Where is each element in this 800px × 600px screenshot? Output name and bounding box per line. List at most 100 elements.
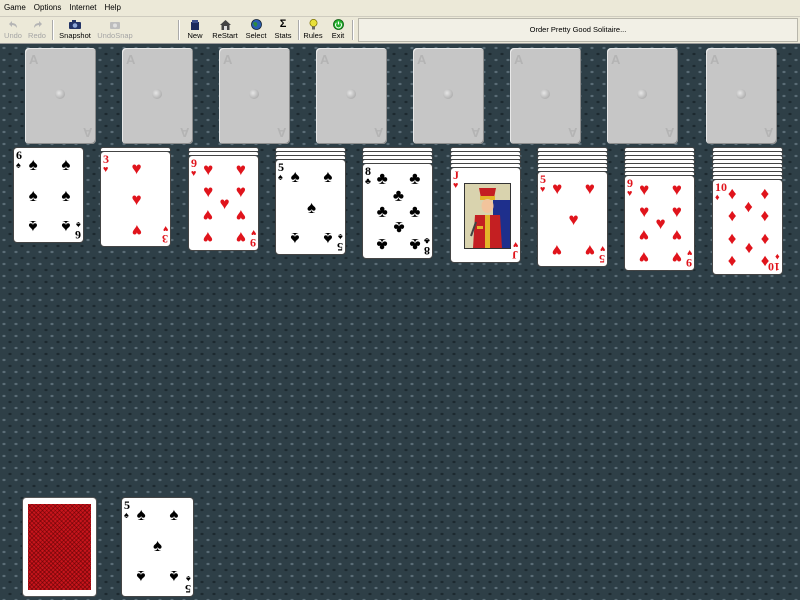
stats-button[interactable]: Σ Stats [272,18,294,42]
card-pip-icon: ♥ [235,227,246,247]
card-pip-icon: ♥ [203,227,214,247]
foundation-slot[interactable]: AA [219,48,290,144]
card-suit-icon: ♥ [162,224,168,234]
tableau-card[interactable]: 10 ♦ 10 ♦ ♦ ♦ ♦ ♦ ♦ ♦ ♦ ♦ ♦ ♦ [712,179,783,275]
foundation-ace-label: A [320,52,330,67]
undosnap-button[interactable]: UndoSnap [96,18,134,42]
foundation-ace-label: A [223,52,233,67]
tableau-card[interactable]: 6 ♠ 6 ♠ ♠ ♠ ♠ ♠ ♠ ♠ [13,147,84,243]
snapshot-button[interactable]: Snapshot [58,18,92,42]
tableau-card[interactable]: 9 ♥ 9 ♥ ♥ ♥ ♥ ♥ ♥ ♥ ♥ ♥ ♥ [188,155,259,251]
foundation-marker-icon [736,89,746,99]
card-suit-icon: ♠ [278,172,283,182]
tableau-card[interactable]: 3 ♥ 3 ♥ ♥ ♥ ♥ [100,151,171,247]
new-game-button[interactable]: New [184,18,206,42]
card-pip-icon: ♣ [376,234,388,254]
sigma-icon: Σ [279,18,287,30]
foundation-slot[interactable]: AA [706,48,777,144]
tableau-card[interactable]: J ♥ J ♥ [450,167,521,263]
foundation-marker-icon [249,89,259,99]
foundation-marker-icon [637,89,647,99]
card-suit-icon: ♣ [365,176,371,186]
rules-button[interactable]: Rules [302,18,324,42]
menu-internet[interactable]: Internet [65,0,100,16]
card-pip-icon: ♦ [760,251,770,271]
card-rank: 9 [686,256,692,270]
card-suit-icon: ♦ [715,192,720,202]
toolbar: Undo Redo Snapshot UndoSnap New ReStart [0,17,800,44]
card-pip-icon: ♠ [136,505,146,525]
card-suit-icon: ♠ [186,574,191,584]
card-pip-icon: ♠ [28,216,38,236]
exit-button[interactable]: Exit [328,18,348,42]
card-pip-icon: ♥ [639,247,650,267]
toolbar-separator [52,20,54,40]
foundation-ace-label: A [179,125,189,140]
stock-pile[interactable] [22,497,97,597]
foundation-ace-label: A [763,125,773,140]
card-pip-icon: ♥ [235,182,246,202]
card-pip-icon: ♠ [290,228,300,248]
card-pip-icon: ♥ [655,214,666,233]
new-deck-icon [189,19,201,30]
card-pip-icon: ♦ [760,184,770,204]
restart-button[interactable]: ReStart [211,18,239,42]
redo-arrow-icon [31,19,43,30]
card-pip-icon: ♥ [552,179,563,199]
card-suit-icon: ♥ [540,184,546,194]
foundation-slot[interactable]: AA [607,48,678,144]
foundation-slot[interactable]: AA [413,48,484,144]
card-pip-icon: ♠ [61,155,71,175]
card-pip-icon: ♠ [306,198,317,217]
card-suit-icon: ♥ [103,164,109,174]
undo-button[interactable]: Undo [2,18,24,42]
foundation-ace-label: A [710,52,720,67]
tableau-card[interactable]: 5 ♥ 5 ♥ ♥ ♥ ♥ ♥ ♥ [537,171,608,267]
card-pip-icon: ♥ [235,160,246,180]
card-pip-icon: ♠ [152,536,163,555]
card-rank: 6 [75,228,81,242]
foundation-slot[interactable]: AA [122,48,193,144]
camera-icon [69,19,81,30]
menu-game[interactable]: Game [0,0,30,16]
card-suit-icon: ♥ [599,244,605,254]
foundation-ace-label: A [276,125,286,140]
tableau-card[interactable]: 8 ♣ 8 ♣ ♣ ♣ ♣ ♣ ♣ ♣ ♣ ♣ [362,163,433,259]
waste-top-card[interactable]: 5 ♠ 5 ♠ ♠ ♠ ♠ ♠ ♠ [121,497,194,597]
tableau-card[interactable]: 5 ♠ 5 ♠ ♠ ♠ ♠ ♠ ♠ [275,159,346,255]
toolbar-separator [352,20,354,40]
card-pip-icon: ♥ [203,182,214,202]
card-pip-icon: ♦ [727,206,737,226]
foundation-marker-icon [152,89,162,99]
card-pip-icon: ♥ [639,180,650,200]
home-icon [219,19,231,30]
foundation-marker-icon [443,89,453,99]
menu-help[interactable]: Help [101,0,125,16]
foundation-ace-label: A [373,125,383,140]
redo-button[interactable]: Redo [26,18,48,42]
card-pip-icon: ♦ [727,184,737,204]
card-suit-icon: ♥ [250,228,256,238]
card-pip-icon: ♣ [376,169,388,189]
card-pip-icon: ♥ [639,202,650,222]
undo-snapshot-icon [109,19,121,30]
card-suit-icon: ♦ [775,252,780,262]
card-pip-icon: ♥ [568,210,579,229]
card-rank: 8 [424,244,430,258]
foundation-slot[interactable]: AA [316,48,387,144]
card-pip-icon: ♦ [727,251,737,271]
card-pip-icon: ♣ [409,202,421,221]
order-solitaire-button[interactable]: Order Pretty Good Solitaire... [358,18,798,42]
card-pip-icon: ♥ [219,194,230,213]
foundation-slot[interactable]: AA [25,48,96,144]
card-pip-icon: ♥ [671,202,682,222]
foundation-ace-label: A [514,52,524,67]
card-pip-icon: ♥ [203,160,214,180]
foundation-slot[interactable]: AA [510,48,581,144]
card-pip-icon: ♣ [376,202,388,221]
foundation-ace-label: A [567,125,577,140]
select-game-button[interactable]: Select [243,18,269,42]
foundation-marker-icon [55,89,65,99]
menu-options[interactable]: Options [30,0,66,16]
tableau-card[interactable]: 9 ♥ 9 ♥ ♥ ♥ ♥ ♥ ♥ ♥ ♥ ♥ ♥ [624,175,695,271]
